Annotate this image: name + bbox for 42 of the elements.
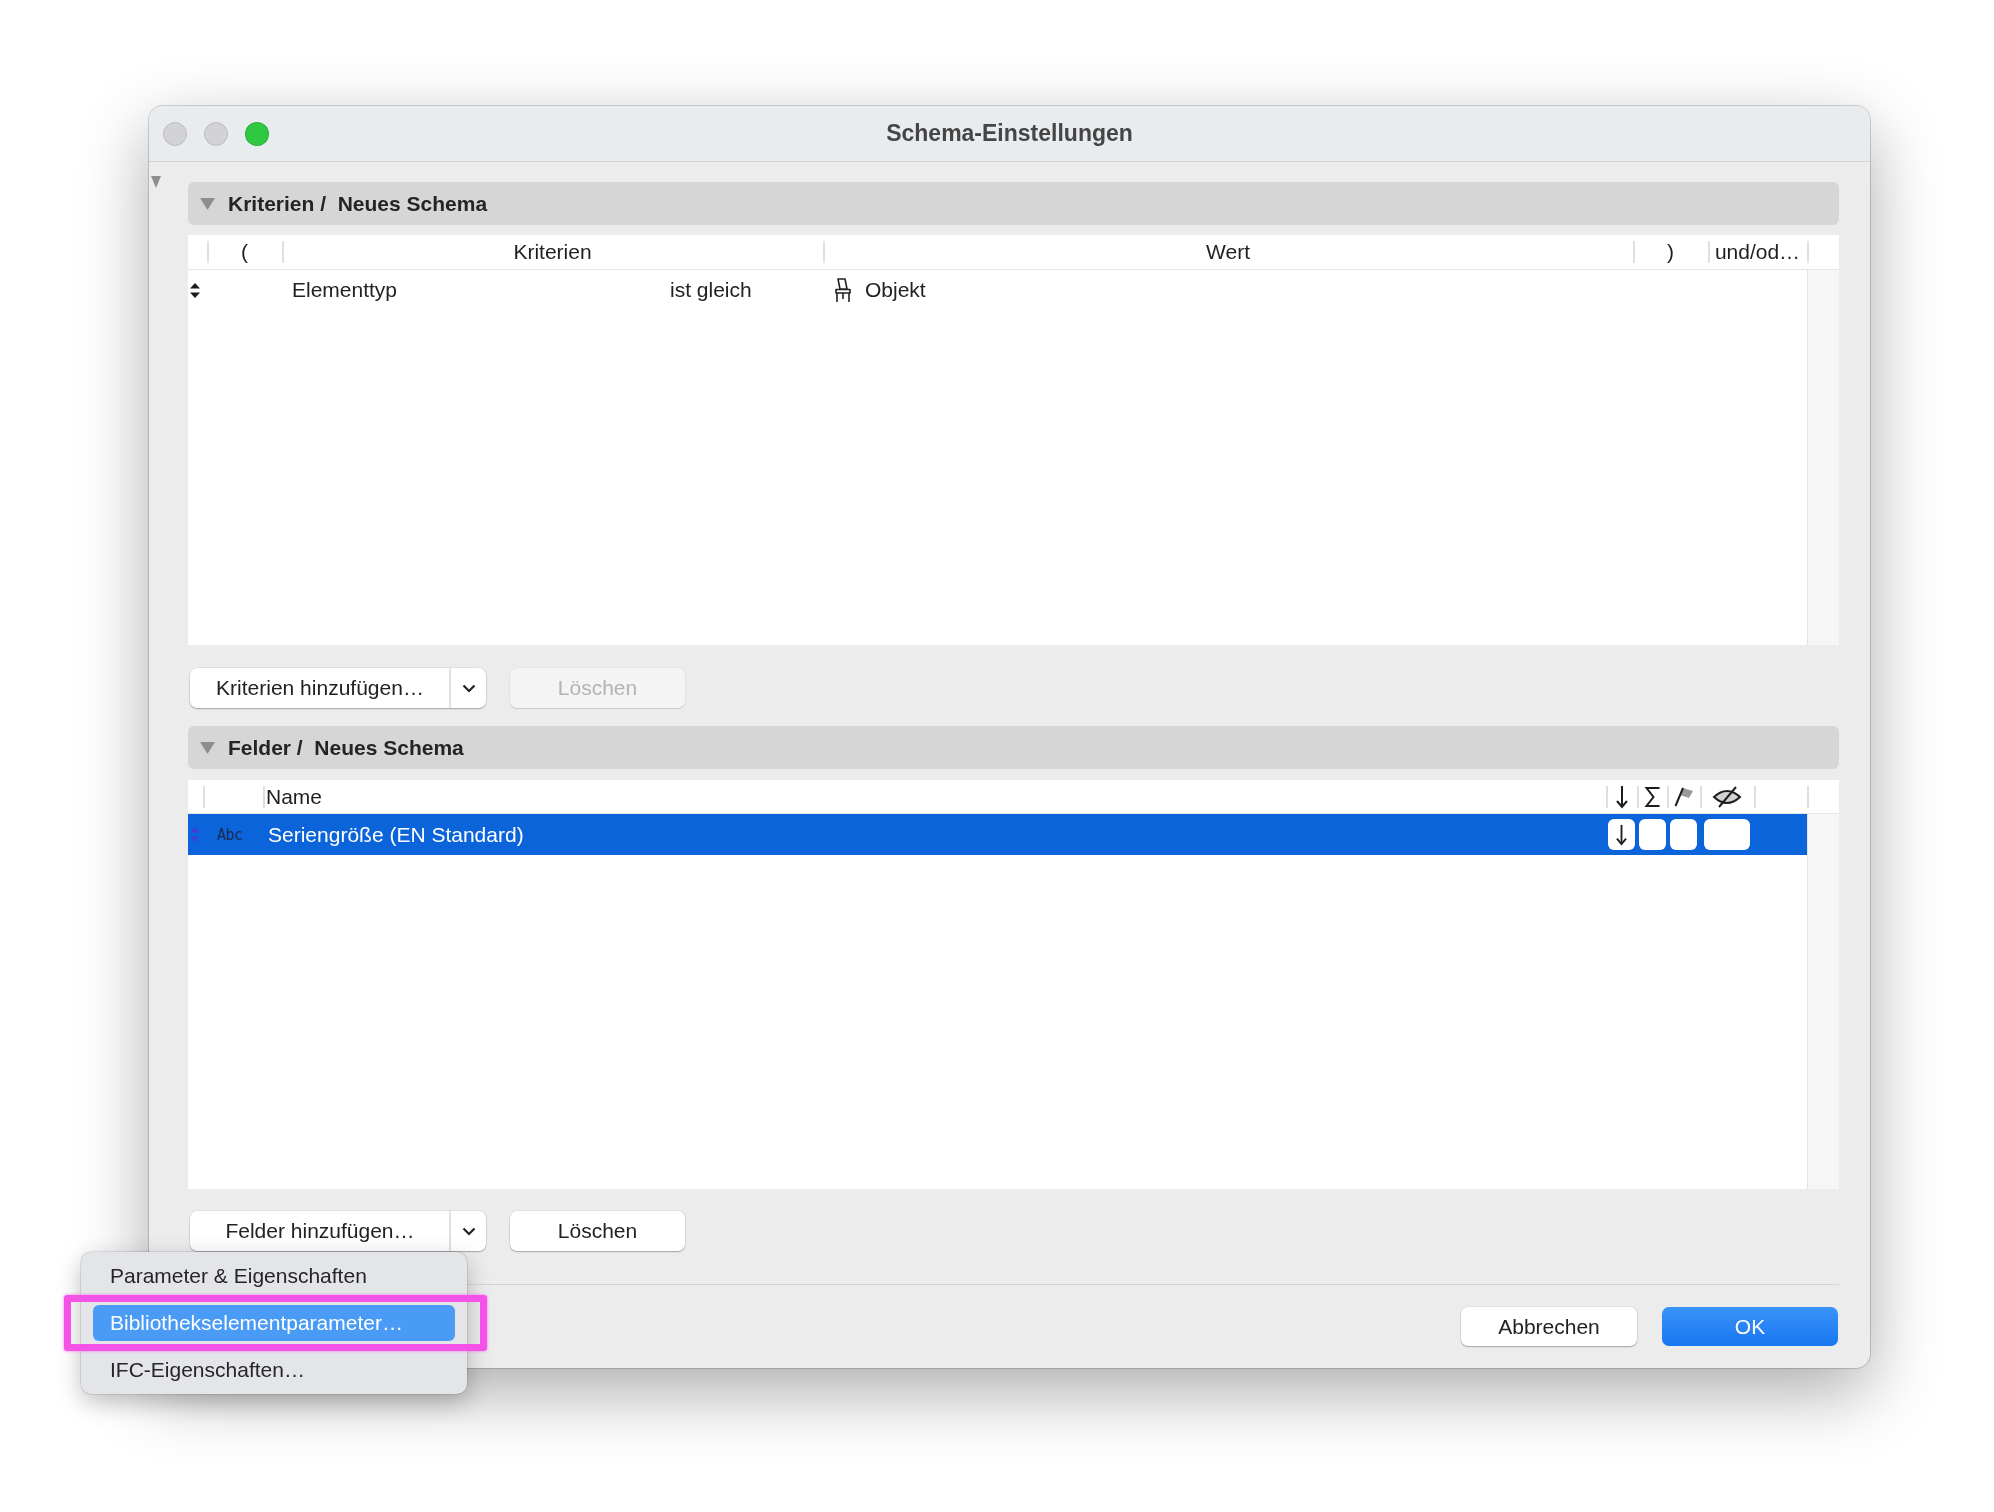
- chair-icon: [833, 277, 853, 303]
- flag-toggle[interactable]: [1704, 819, 1750, 850]
- add-fields-button[interactable]: Felder hinzufügen…: [190, 1211, 450, 1251]
- dropdown-button[interactable]: [450, 1211, 486, 1251]
- eye-slash-icon: [1712, 785, 1742, 808]
- flag-toggle[interactable]: [1608, 819, 1635, 850]
- chevron-down-icon: [461, 683, 476, 693]
- operator-text: ist gleich: [670, 278, 752, 302]
- sort-arrows-icon[interactable]: [190, 282, 200, 298]
- field-name: Seriengröße (EN Standard): [268, 822, 524, 847]
- column-header[interactable]: Kriterien: [513, 240, 592, 264]
- zoom-button[interactable]: [245, 121, 269, 146]
- delete-button[interactable]: Löschen: [510, 1211, 685, 1251]
- table-row[interactable]: Abc Seriengröße (EN Standard): [188, 814, 1807, 855]
- dropdown-button[interactable]: [450, 668, 486, 708]
- flag-icon: [1673, 786, 1694, 807]
- chevron-down-icon: [461, 1226, 476, 1236]
- column-header[interactable]: Wert: [1206, 240, 1250, 264]
- down-triangle-icon[interactable]: [151, 176, 161, 188]
- menu-item[interactable]: Parameter & Eigenschaften: [93, 1258, 455, 1294]
- type-label: Abc: [217, 825, 243, 844]
- menu-item[interactable]: IFC-Eigenschaften…: [93, 1352, 455, 1388]
- value-text: Objekt: [865, 278, 926, 302]
- sigma-icon: [1643, 785, 1661, 808]
- section-title: Kriterien / Neues Schema: [228, 191, 488, 216]
- table-row[interactable]: Elementtyp ist gleich Objekt: [188, 270, 1807, 310]
- criterion-text: Elementtyp: [292, 278, 399, 302]
- down-arrow-icon: [1615, 784, 1628, 809]
- cancel-button[interactable]: Abbrechen: [1461, 1307, 1637, 1346]
- disclosure-triangle-icon[interactable]: [200, 741, 215, 754]
- window-title: Schema-Einstellungen: [885, 120, 1134, 147]
- column-header[interactable]: und/od…: [1714, 240, 1801, 264]
- flag-toggle[interactable]: [1638, 819, 1666, 850]
- column-header[interactable]: Name: [266, 784, 323, 809]
- column-header[interactable]: ): [1667, 240, 1674, 264]
- ok-button[interactable]: OK: [1662, 1307, 1838, 1346]
- down-arrow-icon: [1616, 823, 1627, 846]
- column-header[interactable]: (: [241, 240, 248, 264]
- section-title: Felder / Neues Schema: [228, 735, 464, 760]
- add-criteria-button[interactable]: Kriterien hinzufügen…: [190, 668, 450, 708]
- disclosure-triangle-icon[interactable]: [200, 197, 215, 210]
- flag-toggle[interactable]: [1670, 819, 1697, 850]
